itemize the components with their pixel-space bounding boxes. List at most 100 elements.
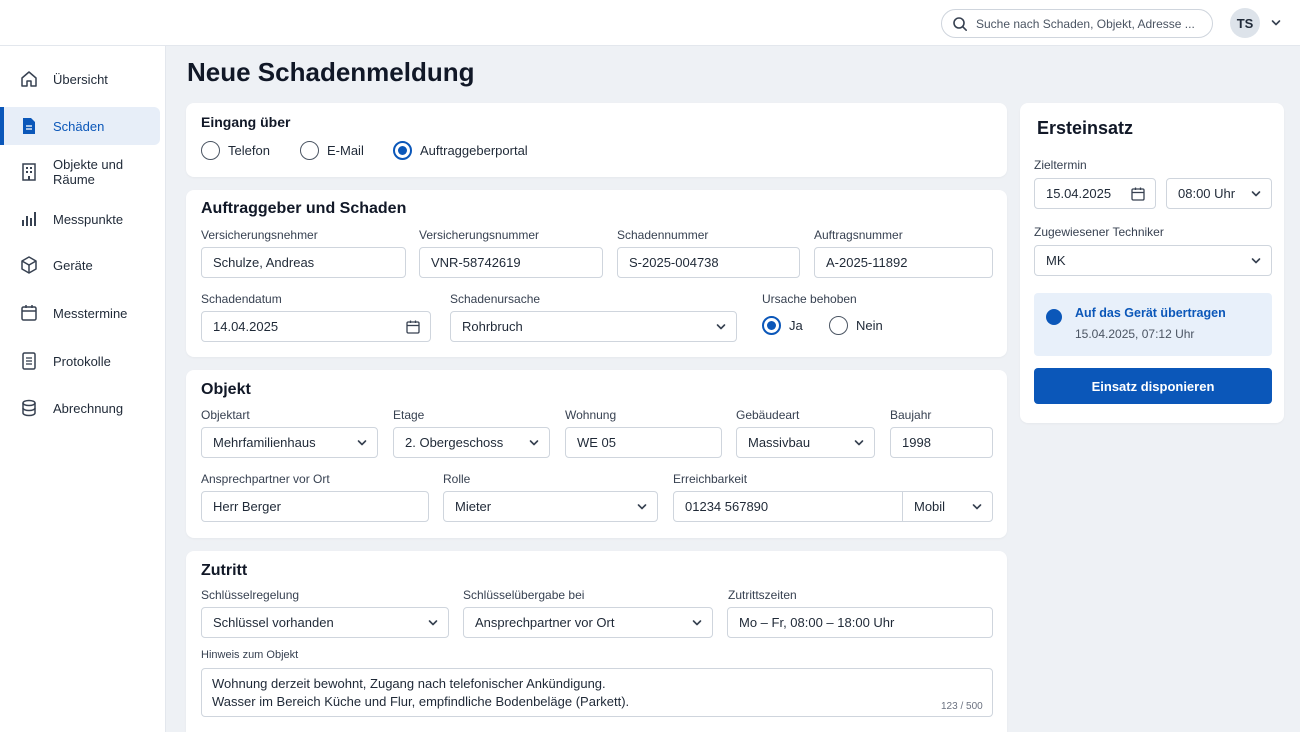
page-title: Neue Schadenmeldung [187, 57, 475, 87]
zutritt-card: Zutritt Schlüsselregelung Schlüssel vorh… [186, 551, 1007, 732]
radio-telefon[interactable]: Telefon [201, 141, 270, 160]
field-value: S-2025-004738 [629, 255, 719, 270]
chevron-down-icon [1250, 188, 1262, 200]
sidebar-item-objekte[interactable]: Objekte und Räume [0, 153, 160, 191]
database-icon [19, 398, 39, 418]
field-value: 01234 567890 [685, 499, 769, 514]
wohnung-field[interactable]: WE 05 [565, 427, 722, 458]
chevron-down-icon[interactable] [1270, 17, 1282, 29]
schadennummer-field[interactable]: S-2025-004738 [617, 247, 800, 278]
field-value: WE 05 [577, 435, 617, 450]
zutrittszeiten-label: Zutrittszeiten [728, 588, 797, 602]
radio-label: Auftraggeberportal [420, 143, 528, 158]
schluesseluebergabe-select[interactable]: Ansprechpartner vor Ort [463, 607, 713, 638]
erreichbarkeit-type-select[interactable]: Mobil [902, 491, 993, 522]
avatar[interactable]: TS [1230, 8, 1260, 38]
hinweis-line: Wohnung derzeit bewohnt, Zugang nach tel… [212, 676, 606, 691]
radio-ja[interactable]: Ja [762, 316, 803, 335]
sidebar-item-messtermine[interactable]: Messtermine [0, 294, 160, 332]
gebaeudeart-select[interactable]: Massivbau [736, 427, 875, 458]
calendar-icon[interactable] [405, 319, 421, 335]
etage-select[interactable]: 2. Obergeschoss [393, 427, 550, 458]
calendar-icon [19, 303, 39, 323]
radio-email[interactable]: E-Mail [300, 141, 364, 160]
chevron-down-icon [715, 321, 727, 333]
field-value: VNR-58742619 [431, 255, 521, 270]
objektart-label: Objektart [201, 408, 250, 422]
radio-dot[interactable] [393, 141, 412, 160]
home-icon [19, 69, 39, 89]
techniker-select[interactable]: MK [1034, 245, 1272, 276]
calendar-icon[interactable] [1130, 186, 1146, 202]
radio-dot[interactable] [300, 141, 319, 160]
zieltermin-time-select[interactable]: 08:00 Uhr [1166, 178, 1272, 209]
auftragsnummer-field[interactable]: A-2025-11892 [814, 247, 993, 278]
sync-notice: Auf das Gerät übertragen 15.04.2025, 07:… [1034, 293, 1272, 356]
field-value: 1998 [902, 435, 931, 450]
auftragsnummer-label: Auftragsnummer [814, 228, 903, 242]
auftraggeber-title: Auftraggeber und Schaden [201, 200, 407, 217]
field-value: Mieter [455, 499, 492, 514]
sidebar-item-abrechnung[interactable]: Abrechnung [0, 389, 160, 427]
sidebar-item-geraete[interactable]: Geräte [0, 246, 160, 284]
sidebar-item-messpunkte[interactable]: Messpunkte [0, 200, 160, 238]
objekt-card: Objekt Objektart Mehrfamilienhaus Etage … [186, 370, 1007, 538]
hinweis-textarea[interactable]: Wohnung derzeit bewohnt, Zugang nach tel… [201, 668, 993, 717]
sidebar-item-label: Messtermine [53, 305, 128, 321]
field-value: Rohrbruch [462, 319, 523, 334]
radio-dot[interactable] [829, 316, 848, 335]
erreichbarkeit-field[interactable]: 01234 567890 [673, 491, 903, 522]
field-value: Mobil [914, 499, 946, 514]
zutrittszeiten-field[interactable]: Mo – Fr, 08:00 – 18:00 Uhr [727, 607, 993, 638]
chevron-down-icon [853, 437, 865, 449]
ersteinsatz-title: Ersteinsatz [1037, 118, 1134, 138]
field-value: MK [1046, 253, 1066, 268]
radio-dot[interactable] [762, 316, 781, 335]
status-dot-icon [1046, 309, 1062, 325]
rolle-select[interactable]: Mieter [443, 491, 658, 522]
sidebar-item-protokolle[interactable]: Protokolle [0, 342, 160, 380]
schadenursache-select[interactable]: Rohrbruch [450, 311, 737, 342]
versicherungsnehmer-field[interactable]: Schulze, Andreas [201, 247, 406, 278]
radio-dot[interactable] [201, 141, 220, 160]
box-icon [19, 255, 39, 275]
schluesselregelung-select[interactable]: Schlüssel vorhanden [201, 607, 449, 638]
sidebar-item-label: Messpunkte [53, 211, 124, 227]
field-value: Massivbau [748, 435, 811, 450]
bar-chart-icon [19, 209, 39, 229]
search-box[interactable] [941, 9, 1213, 38]
objekt-title: Objekt [201, 381, 251, 398]
sidebar-item-schaeden[interactable]: Schäden [0, 107, 160, 145]
versicherungsnummer-field[interactable]: VNR-58742619 [419, 247, 603, 278]
einsatz-disponieren-button[interactable]: Einsatz disponieren [1034, 368, 1272, 404]
gebaeudeart-label: Gebäudeart [736, 408, 800, 422]
chevron-down-icon [691, 617, 703, 629]
auftraggeber-card: Auftraggeber und Schaden Versicherungsne… [186, 190, 1007, 357]
etage-label: Etage [393, 408, 425, 422]
baujahr-label: Baujahr [890, 408, 932, 422]
field-value: Schulze, Andreas [213, 255, 315, 270]
eingang-card: Eingang über Telefon E-Mail Auftraggeber… [186, 103, 1007, 177]
field-value: A-2025-11892 [826, 255, 908, 270]
chevron-down-icon [427, 617, 439, 629]
radio-nein[interactable]: Nein [829, 316, 883, 335]
wohnung-label: Wohnung [565, 408, 617, 422]
erreichbarkeit-label: Erreichbarkeit [673, 472, 748, 486]
rolle-label: Rolle [443, 472, 471, 486]
field-value: Herr Berger [213, 499, 281, 514]
search-icon [953, 16, 967, 31]
field-value: 15.04.2025 [1046, 186, 1112, 201]
radio-auftraggeberportal[interactable]: Auftraggeberportal [393, 141, 528, 160]
ansprechpartner-field[interactable]: Herr Berger [201, 491, 429, 522]
zieltermin-label: Zieltermin [1034, 158, 1087, 172]
zutritt-title: Zutritt [201, 562, 248, 579]
objektart-select[interactable]: Mehrfamilienhaus [201, 427, 378, 458]
search-input[interactable] [976, 16, 1196, 31]
chevron-down-icon [636, 501, 648, 513]
schadendatum-field[interactable]: 14.04.2025 [201, 311, 431, 342]
sidebar: Übersicht Schäden Objekte und Räume Mess… [0, 46, 166, 732]
zieltermin-date-field[interactable]: 15.04.2025 [1034, 178, 1156, 209]
baujahr-field[interactable]: 1998 [890, 427, 993, 458]
document-icon [19, 116, 39, 136]
sidebar-item-uebersicht[interactable]: Übersicht [0, 60, 160, 98]
